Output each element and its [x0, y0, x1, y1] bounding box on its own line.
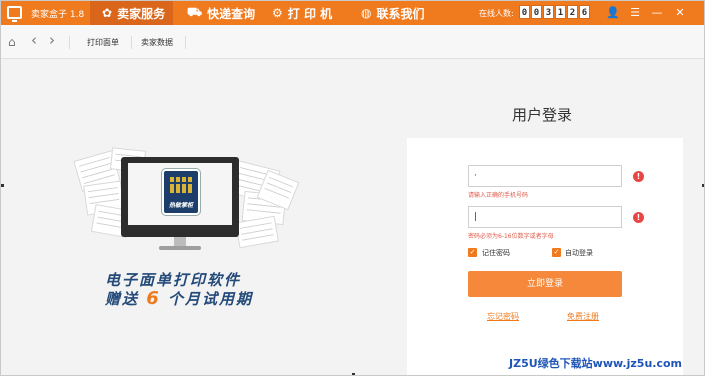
app-title: 卖家盒子 1.8 — [31, 10, 85, 20]
promo-line-2-suffix: 个月试用期 — [160, 290, 253, 308]
password-error-hint: 密码必须为6-16位数字或者字母 — [468, 233, 554, 240]
nav-label: 快递查询 — [207, 6, 256, 21]
auto-login-label: 自动登录 — [565, 249, 593, 257]
promo-months-number: 6 — [146, 288, 161, 309]
monitor-stand — [174, 237, 186, 246]
site-watermark: JZ5U绿色下载站www.jz5u.com — [509, 357, 682, 370]
toolbar: ⌂ ‹ › 打印面单 卖家数据 — [1, 25, 704, 59]
tab-print-waybill[interactable]: 打印面单 — [87, 37, 119, 48]
nav-express-query[interactable]: ⛟ 快递查询 — [187, 1, 267, 25]
promo-line-1: 电子面单打印软件 — [105, 271, 242, 289]
nav-label: 打 印 机 — [287, 6, 333, 21]
phone-input[interactable]: · — [468, 165, 622, 187]
toolbar-divider — [185, 36, 186, 49]
login-button[interactable]: 立即登录 — [468, 271, 622, 297]
promo-line-2: 赠送 6 个月试用期 — [105, 288, 253, 309]
nav-label: 卖家服务 — [117, 6, 166, 21]
login-title: 用户登录 — [512, 106, 573, 124]
remember-password-checkbox[interactable]: ✓ — [468, 248, 477, 257]
waybill-paper — [235, 215, 279, 249]
bag-icon: ✿ — [102, 6, 113, 20]
minimize-icon[interactable]: — — [649, 4, 665, 22]
gear-icon: ⚙ — [272, 6, 283, 20]
app-product-icon: 热敏掌柜 — [162, 169, 200, 215]
password-input[interactable]: | — [468, 206, 622, 228]
online-digit: 2 — [567, 5, 578, 19]
online-digit: 3 — [543, 5, 554, 19]
promo-line-2-prefix: 赠送 — [105, 290, 147, 308]
monitor-screen: 热敏掌柜 — [128, 163, 232, 225]
error-icon: ! — [633, 171, 644, 182]
online-digit: 1 — [555, 5, 566, 19]
waybill-illustration: 热敏掌柜 — [71, 147, 301, 261]
error-icon: ! — [633, 212, 644, 223]
close-icon[interactable]: ✕ — [672, 4, 688, 22]
forgot-password-link[interactable]: 忘记密码 — [487, 311, 519, 322]
app-window: 卖家盒子 1.8 ✿ 卖家服务 ⛟ 快递查询 ⚙ 打 印 机 ◍ 联系我们 在线… — [0, 0, 705, 376]
free-register-link[interactable]: 免费注册 — [567, 311, 599, 322]
online-digit: 0 — [531, 5, 542, 19]
online-count-label: 在线人数: — [479, 9, 514, 18]
nav-printer[interactable]: ⚙ 打 印 机 — [272, 1, 342, 25]
resize-handle[interactable] — [1, 184, 4, 187]
monitor-illustration: 热敏掌柜 — [121, 157, 239, 237]
title-bar: 卖家盒子 1.8 ✿ 卖家服务 ⛟ 快递查询 ⚙ 打 印 机 ◍ 联系我们 在线… — [1, 1, 704, 25]
online-digit: 0 — [519, 5, 530, 19]
nav-seller-service[interactable]: ✿ 卖家服务 — [90, 1, 173, 25]
back-icon[interactable]: ‹ — [31, 31, 37, 49]
toolbar-divider — [69, 36, 70, 49]
monitor-base — [159, 246, 201, 250]
forward-icon[interactable]: › — [49, 31, 55, 49]
globe-icon: ◍ — [361, 6, 372, 20]
printer-grid-icon — [170, 177, 192, 193]
nav-contact-us[interactable]: ◍ 联系我们 — [361, 1, 441, 25]
product-logo-text: 热敏掌柜 — [168, 202, 193, 209]
auto-login-checkbox[interactable]: ✓ — [552, 248, 561, 257]
menu-icon[interactable]: ☰ — [627, 4, 643, 22]
home-icon[interactable]: ⌂ — [8, 35, 16, 49]
tab-seller-data[interactable]: 卖家数据 — [141, 37, 173, 48]
remember-password-label: 记住密码 — [482, 249, 510, 257]
user-icon[interactable]: 👤 — [605, 4, 621, 22]
nav-label: 联系我们 — [376, 6, 425, 21]
truck-icon: ⛟ — [187, 5, 203, 19]
phone-error-hint: 请输入正确的手机号码 — [468, 192, 529, 199]
online-digit: 6 — [579, 5, 590, 19]
app-logo-icon — [7, 6, 22, 22]
toolbar-divider — [131, 36, 132, 49]
online-count: 0 0 3 1 2 6 — [519, 5, 591, 19]
